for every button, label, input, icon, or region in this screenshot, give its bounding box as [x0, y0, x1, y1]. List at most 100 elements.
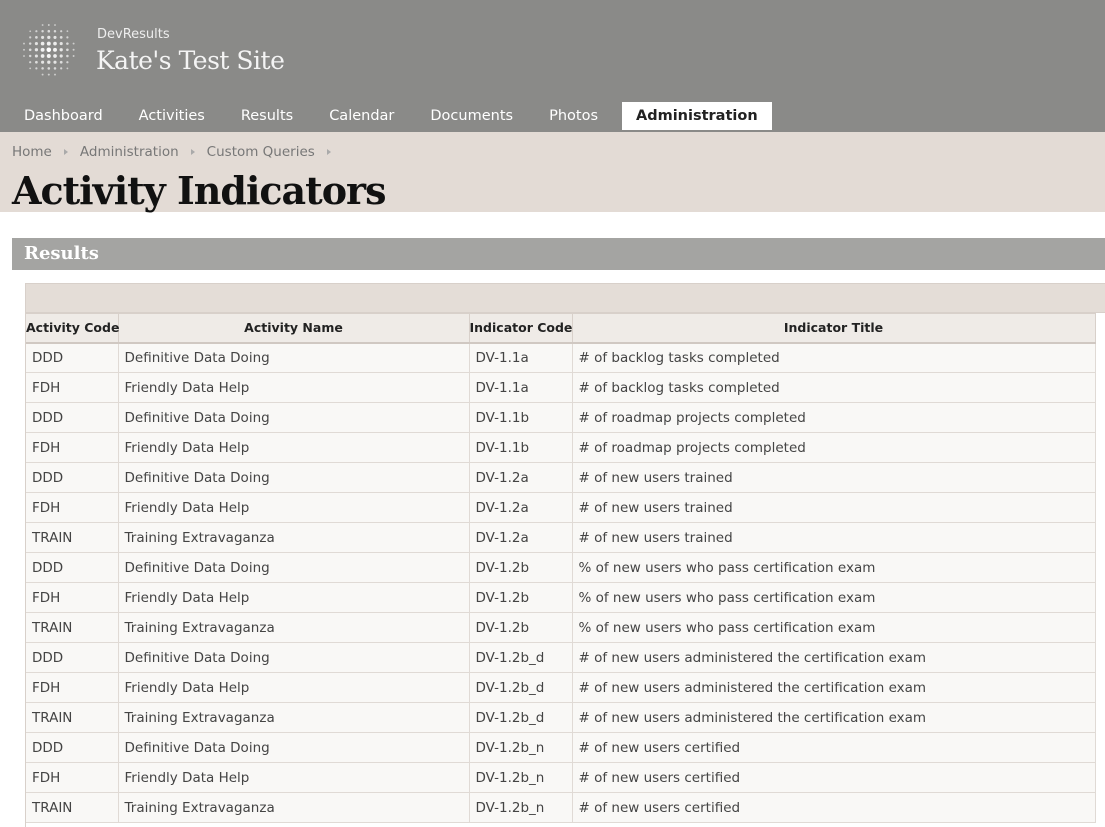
cell-indicator-title: % of new users who pass certification ex…	[571, 552, 1096, 583]
site-name[interactable]: Kate's Test Site	[96, 46, 285, 75]
cell-activity-name: Friendly Data Help	[117, 432, 470, 463]
cell-activity-name: Training Extravaganza	[117, 522, 470, 553]
cell-indicator-code: DV-1.2b_d	[468, 642, 573, 673]
cell-indicator-code: DV-1.2b	[468, 552, 573, 583]
nav-photos[interactable]: Photos	[531, 102, 616, 130]
cell-indicator-code: DV-1.2b	[468, 582, 573, 613]
nav-calendar[interactable]: Calendar	[311, 102, 412, 130]
table-row[interactable]: TRAIN Training Extravaganza DV-1.2b_n # of …	[26, 792, 1096, 823]
column-header-activity-code[interactable]: Activity Code	[26, 313, 119, 344]
cell-indicator-title: # of new users certified	[571, 792, 1096, 823]
cell-activity-code: FDH	[26, 582, 119, 613]
cell-activity-code: TRAIN	[26, 522, 119, 553]
cell-indicator-code: DV-1.2a	[468, 462, 573, 493]
page-title: Activity Indicators	[12, 168, 386, 213]
nav-dashboard[interactable]: Dashboard	[0, 102, 121, 130]
cell-activity-code: DDD	[26, 402, 119, 433]
results-section-header: Results	[12, 238, 1105, 270]
cell-activity-code: TRAIN	[26, 612, 119, 643]
cell-activity-code: FDH	[26, 492, 119, 523]
cell-activity-name: Training Extravaganza	[117, 702, 470, 733]
cell-indicator-title: # of roadmap projects completed	[571, 432, 1096, 463]
table-row[interactable]: FDH Friendly Data Help DV-1.1a # of backlog…	[26, 372, 1096, 403]
cell-indicator-title: # of new users certified	[571, 732, 1096, 763]
cell-activity-code: DDD	[26, 732, 119, 763]
table-row[interactable]: FDH Friendly Data Help DV-1.1b # of roadmap…	[26, 432, 1096, 463]
column-header-activity-name[interactable]: Activity Name	[117, 313, 470, 344]
main-nav: Dashboard Activities Results Calendar Do…	[0, 102, 772, 130]
table-header-row: Activity Code Activity Name Indicator Co…	[26, 313, 1096, 344]
cell-indicator-code: DV-1.2b_n	[468, 792, 573, 823]
cell-activity-name: Friendly Data Help	[117, 762, 470, 793]
cell-activity-code: FDH	[26, 672, 119, 703]
cell-activity-code: DDD	[26, 642, 119, 673]
cell-indicator-code: DV-1.2a	[468, 492, 573, 523]
breadcrumb-home[interactable]: Home	[12, 144, 52, 160]
cell-indicator-title: # of new users administered the certific…	[571, 702, 1096, 733]
top-bar: DevResults Kate's Test Site Dashboard Ac…	[0, 0, 1105, 132]
cell-activity-name: Definitive Data Doing	[117, 342, 470, 373]
results-panel: Activity Code Activity Name Indicator Co…	[25, 283, 1105, 827]
cell-activity-name: Training Extravaganza	[117, 792, 470, 823]
cell-activity-name: Friendly Data Help	[117, 582, 470, 613]
cell-indicator-code: DV-1.1b	[468, 432, 573, 463]
table-row[interactable]: DDD Definitive Data Doing DV-1.2a # of new …	[26, 462, 1096, 493]
breadcrumb-separator-icon	[190, 149, 195, 155]
column-header-indicator-title[interactable]: Indicator Title	[571, 313, 1096, 344]
cell-indicator-title: % of new users who pass certification ex…	[571, 612, 1096, 643]
results-table: Activity Code Activity Name Indicator Co…	[26, 313, 1096, 823]
cell-indicator-title: # of new users administered the certific…	[571, 672, 1096, 703]
results-toolbar	[26, 283, 1105, 313]
breadcrumb: Home Administration Custom Queries	[12, 144, 343, 160]
cell-activity-code: FDH	[26, 762, 119, 793]
table-row[interactable]: DDD Definitive Data Doing DV-1.2b% of new …	[26, 552, 1096, 583]
cell-indicator-title: # of new users certified	[571, 762, 1096, 793]
breadcrumb-separator-icon	[63, 149, 68, 155]
cell-indicator-code: DV-1.1a	[468, 342, 573, 373]
cell-indicator-code: DV-1.2b_d	[468, 672, 573, 703]
cell-activity-name: Definitive Data Doing	[117, 402, 470, 433]
cell-indicator-code: DV-1.1b	[468, 402, 573, 433]
org-name: DevResults	[97, 27, 170, 42]
globe-dots-icon[interactable]	[21, 22, 77, 78]
cell-activity-code: DDD	[26, 342, 119, 373]
cell-indicator-code: DV-1.2b_n	[468, 732, 573, 763]
breadcrumb-administration[interactable]: Administration	[80, 144, 179, 160]
breadcrumb-separator-icon	[326, 149, 331, 155]
nav-administration[interactable]: Administration	[622, 102, 772, 130]
table-row[interactable]: DDD Definitive Data Doing DV-1.1b # of road…	[26, 402, 1096, 433]
cell-activity-code: TRAIN	[26, 792, 119, 823]
nav-activities[interactable]: Activities	[121, 102, 223, 130]
table-row[interactable]: DDD Definitive Data Doing DV-1.1a # of back…	[26, 342, 1096, 373]
cell-activity-code: DDD	[26, 552, 119, 583]
column-header-indicator-code[interactable]: Indicator Code	[468, 313, 573, 344]
cell-indicator-title: % of new users who pass certification ex…	[571, 582, 1096, 613]
cell-activity-code: DDD	[26, 462, 119, 493]
cell-activity-name: Definitive Data Doing	[117, 462, 470, 493]
table-row[interactable]: TRAIN Training Extravaganza DV-1.2b_d # of …	[26, 702, 1096, 733]
table-row[interactable]: FDH Friendly Data Help DV-1.2b% of new use…	[26, 582, 1096, 613]
table-row[interactable]: FDH Friendly Data Help DV-1.2b_d # of new u…	[26, 672, 1096, 703]
cell-activity-name: Friendly Data Help	[117, 372, 470, 403]
cell-indicator-code: DV-1.2b	[468, 612, 573, 643]
cell-activity-name: Definitive Data Doing	[117, 552, 470, 583]
cell-activity-code: FDH	[26, 372, 119, 403]
table-row[interactable]: FDH Friendly Data Help DV-1.2b_n # of new u…	[26, 762, 1096, 793]
table-row[interactable]: FDH Friendly Data Help DV-1.2a # of new use…	[26, 492, 1096, 523]
cell-indicator-title: # of backlog tasks completed	[571, 342, 1096, 373]
cell-activity-name: Definitive Data Doing	[117, 642, 470, 673]
nav-results[interactable]: Results	[223, 102, 311, 130]
cell-activity-code: FDH	[26, 432, 119, 463]
cell-indicator-title: # of new users trained	[571, 522, 1096, 553]
nav-documents[interactable]: Documents	[412, 102, 531, 130]
cell-indicator-title: # of new users trained	[571, 462, 1096, 493]
breadcrumb-custom-queries[interactable]: Custom Queries	[207, 144, 315, 160]
cell-indicator-title: # of roadmap projects completed	[571, 402, 1096, 433]
table-row[interactable]: TRAIN Training Extravaganza DV-1.2a # of ne…	[26, 522, 1096, 553]
cell-activity-code: TRAIN	[26, 702, 119, 733]
table-row[interactable]: DDD Definitive Data Doing DV-1.2b_d # of ne…	[26, 642, 1096, 673]
cell-indicator-title: # of new users trained	[571, 492, 1096, 523]
table-row[interactable]: DDD Definitive Data Doing DV-1.2b_n # of ne…	[26, 732, 1096, 763]
cell-indicator-code: DV-1.2b_d	[468, 702, 573, 733]
table-row[interactable]: TRAIN Training Extravaganza DV-1.2b% of ne…	[26, 612, 1096, 643]
